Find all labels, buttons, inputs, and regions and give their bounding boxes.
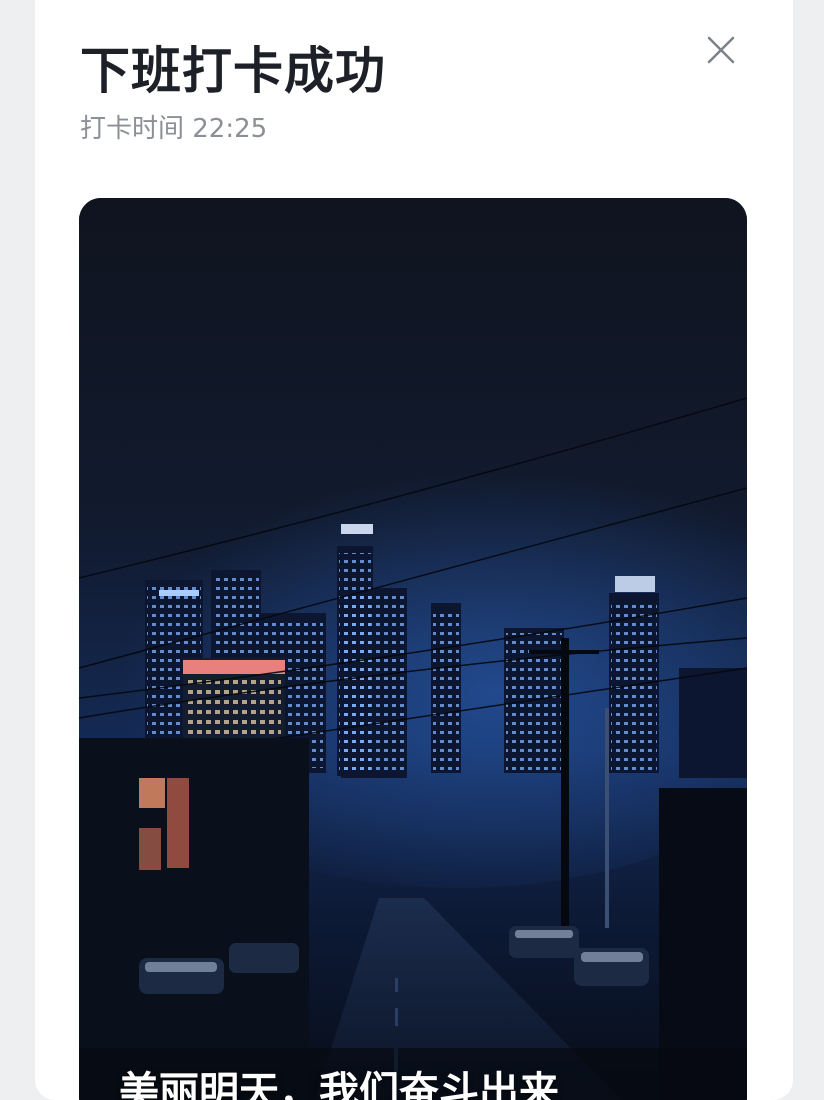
checkout-success-dialog: 下班打卡成功 打卡时间 22:25 美丽明天，我们奋斗出来 — [35, 0, 793, 1100]
close-button[interactable] — [701, 30, 741, 70]
night-city-image: 美丽明天，我们奋斗出来 — [79, 198, 747, 1100]
close-icon — [707, 36, 735, 64]
motivational-caption: 美丽明天，我们奋斗出来 — [119, 1069, 559, 1100]
checkout-time-text: 打卡时间 22:25 — [80, 114, 268, 144]
dialog-title: 下班打卡成功 — [80, 42, 386, 100]
